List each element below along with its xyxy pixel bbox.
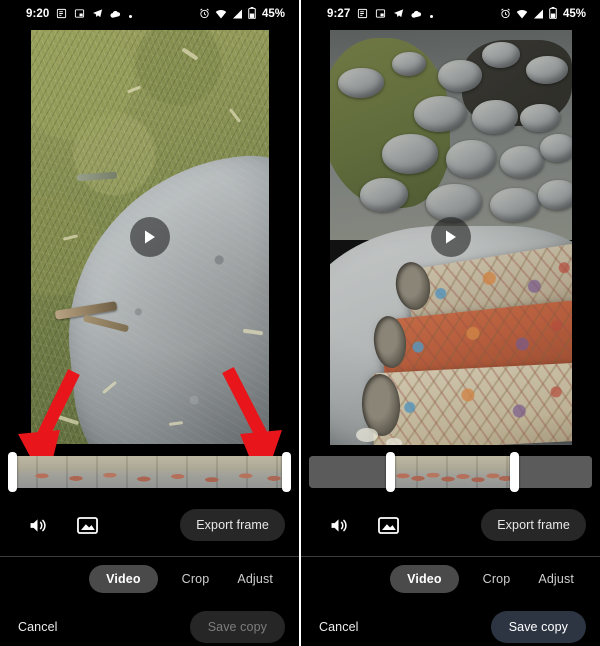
screenshot-icon — [375, 6, 386, 24]
battery-percent: 45% — [261, 8, 285, 21]
phone-screen-after: 9:27 45% Export frame Video Crop Adjust … — [301, 0, 600, 646]
status-clock: 9:20 — [26, 8, 50, 21]
tab-crop[interactable]: Crop — [178, 565, 214, 593]
calendar-icon — [357, 6, 368, 24]
status-bar-left-group: 9:27 — [327, 6, 434, 24]
phone-screen-before: 9:20 45% Export frame Video Crop Adjust … — [0, 0, 299, 646]
footer-actions-after: Cancel Save copy — [301, 601, 600, 646]
status-bar-left-group: 9:20 — [26, 6, 133, 24]
right-trim-handle[interactable] — [510, 452, 520, 492]
frame-stabilize-button[interactable] — [72, 510, 102, 540]
calendar-icon — [56, 6, 67, 24]
edit-toolbar-before: Export frame — [0, 502, 299, 548]
alarm-icon — [199, 6, 210, 24]
tab-video[interactable]: Video — [89, 565, 158, 593]
telegram-icon — [92, 6, 103, 24]
wifi-icon — [215, 6, 227, 24]
left-trim-handle[interactable] — [8, 452, 17, 492]
play-button[interactable] — [430, 217, 471, 257]
tab-crop[interactable]: Crop — [479, 565, 515, 593]
footer-actions-before: Cancel Save copy — [0, 601, 299, 646]
cloud-icon — [110, 6, 121, 24]
right-trim-handle[interactable] — [282, 452, 291, 492]
cancel-button[interactable]: Cancel — [18, 620, 58, 634]
save-copy-button[interactable]: Save copy — [490, 611, 586, 643]
status-clock: 9:27 — [327, 8, 351, 21]
status-bar-right-group: 45% — [199, 6, 285, 24]
play-icon — [145, 230, 155, 244]
frame-stabilize-icon — [377, 516, 399, 534]
signal-icon — [533, 6, 544, 24]
telegram-icon — [393, 6, 404, 24]
trim-timeline-after[interactable] — [309, 452, 592, 494]
status-bar-left: 9:20 45% — [0, 0, 299, 30]
tab-adjust[interactable]: Adjust — [233, 565, 277, 593]
battery-icon — [549, 6, 557, 24]
signal-icon — [232, 6, 243, 24]
filmstrip-after[interactable] — [309, 456, 592, 488]
status-bar-right-group: 45% — [500, 6, 586, 24]
filmstrip-before[interactable] — [8, 456, 291, 488]
video-frame-after — [329, 29, 572, 445]
video-viewer-after[interactable] — [301, 29, 600, 445]
frame-stabilize-button[interactable] — [373, 510, 403, 540]
battery-icon — [248, 6, 256, 24]
battery-percent: 45% — [562, 8, 586, 21]
volume-button[interactable] — [323, 510, 353, 540]
tab-video[interactable]: Video — [390, 565, 459, 593]
cloud-icon — [411, 6, 422, 24]
video-viewer-before[interactable] — [0, 30, 299, 488]
cancel-button[interactable]: Cancel — [319, 620, 359, 634]
trim-timeline-before[interactable] — [8, 452, 291, 494]
video-frame-before — [30, 30, 269, 444]
export-frame-button[interactable]: Export frame — [481, 509, 586, 541]
screenshot-icon — [74, 6, 85, 24]
save-copy-button[interactable]: Save copy — [189, 611, 285, 643]
mode-tabs-before: Video Crop Adjust — [0, 557, 299, 601]
volume-icon — [30, 518, 46, 532]
left-trim-handle[interactable] — [385, 452, 395, 492]
alarm-icon — [500, 6, 511, 24]
tab-adjust[interactable]: Adjust — [534, 565, 578, 593]
status-bar-right: 9:27 45% — [301, 0, 600, 30]
play-button[interactable] — [129, 217, 170, 257]
comparison-screenshot: 9:20 45% Export frame Video Crop Adjust … — [0, 0, 600, 646]
dot-icon — [429, 6, 434, 24]
frame-stabilize-icon — [76, 516, 98, 534]
export-frame-button[interactable]: Export frame — [180, 509, 285, 541]
mode-tabs-after: Video Crop Adjust — [301, 557, 600, 601]
volume-button[interactable] — [22, 510, 52, 540]
volume-icon — [331, 518, 347, 532]
wifi-icon — [516, 6, 528, 24]
dot-icon — [128, 6, 133, 24]
edit-toolbar-after: Export frame — [301, 502, 600, 548]
play-icon — [446, 230, 456, 244]
